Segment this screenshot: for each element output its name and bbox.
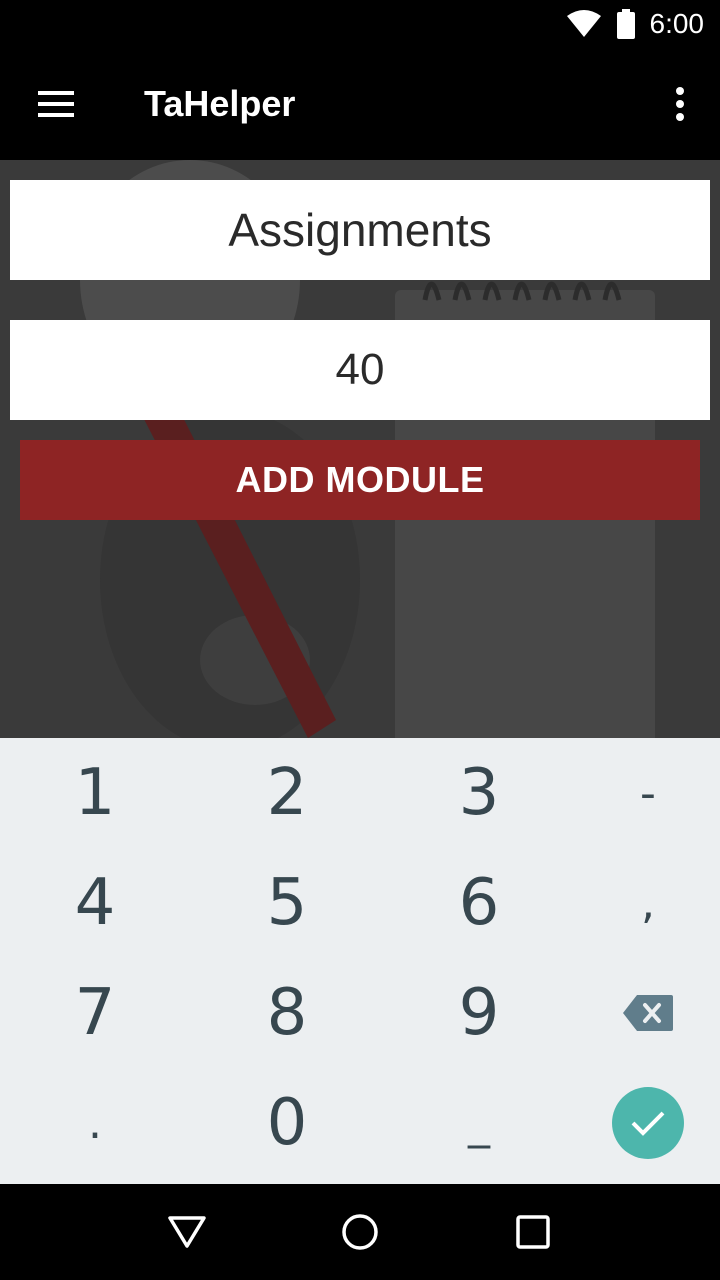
system-nav-bar [0,1184,720,1280]
key-1[interactable]: 1 [5,738,185,848]
content-area: Assignments 40 ADD MODULE [0,160,720,738]
wifi-icon [566,10,602,38]
app-bar: TaHelper [0,48,720,160]
back-icon[interactable] [147,1192,227,1272]
recents-icon[interactable] [493,1192,573,1272]
done-button[interactable] [558,1068,720,1178]
check-icon [612,1087,684,1159]
key-9[interactable]: 9 [389,958,569,1068]
key-3[interactable]: 3 [389,738,569,848]
home-icon[interactable] [320,1192,400,1272]
module-name-field[interactable]: Assignments [10,180,710,280]
key-4[interactable]: 4 [5,848,185,958]
numeric-keypad: 1 2 3 - 4 5 6 , 7 8 9 . 0 _ [0,738,720,1184]
key-comma[interactable]: , [558,848,720,958]
more-vert-icon[interactable] [640,48,720,160]
key-minus[interactable]: - [558,738,720,848]
key-space[interactable]: _ [389,1068,569,1178]
status-bar: 6:00 [0,0,720,48]
key-6[interactable]: 6 [389,848,569,958]
key-0[interactable]: 0 [197,1068,377,1178]
hamburger-menu-icon[interactable] [0,48,112,160]
key-7[interactable]: 7 [5,958,185,1068]
module-value-field[interactable]: 40 [10,320,710,420]
key-8[interactable]: 8 [197,958,377,1068]
status-time: 6:00 [649,8,705,39]
key-5[interactable]: 5 [197,848,377,958]
app-title: TaHelper [144,83,296,124]
add-module-button[interactable]: ADD MODULE [20,440,700,520]
key-decimal[interactable]: . [5,1068,185,1178]
backspace-icon[interactable] [558,958,720,1068]
battery-icon [616,9,636,39]
key-2[interactable]: 2 [197,738,377,848]
